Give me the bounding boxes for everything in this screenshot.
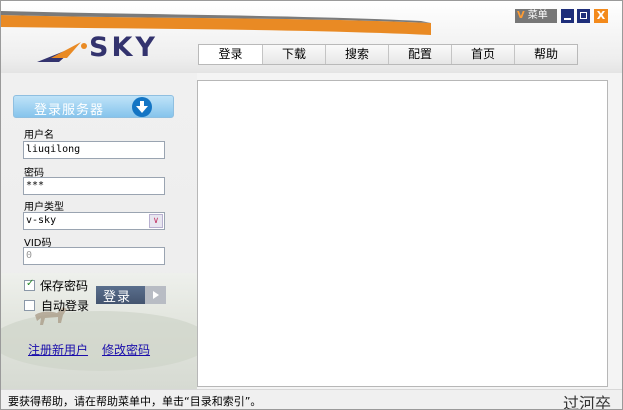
password-input[interactable]: *** bbox=[23, 177, 165, 195]
app-window: SKY V 菜单 X 登录 下载 搜索 配置 首页 帮助 登录服务器 用户名 l… bbox=[0, 0, 623, 410]
register-link[interactable]: 注册新用户 bbox=[28, 341, 88, 358]
tab-help[interactable]: 帮助 bbox=[514, 45, 577, 64]
change-password-link[interactable]: 修改密码 bbox=[102, 341, 150, 358]
user-type-value: v-sky bbox=[26, 215, 57, 226]
login-button-label: 登录 bbox=[103, 290, 132, 305]
tab-login[interactable]: 登录 bbox=[199, 45, 262, 64]
login-panel: 登录服务器 用户名 liuqilong 密码 *** 用户类型 v-sky ∨ … bbox=[1, 73, 211, 389]
arrow-right-icon bbox=[145, 286, 166, 304]
user-type-label: 用户类型 bbox=[24, 202, 64, 213]
username-label: 用户名 bbox=[24, 130, 54, 141]
auto-login-label: 自动登录 bbox=[41, 299, 90, 313]
sky-logo: SKY bbox=[37, 32, 177, 66]
main-content-area bbox=[197, 80, 608, 387]
username-input[interactable]: liuqilong bbox=[23, 141, 165, 159]
login-server-label: 登录服务器 bbox=[34, 103, 105, 118]
status-text: 要获得帮助，请在帮助菜单中，单击“目录和索引”。 bbox=[8, 395, 262, 408]
download-arrow-icon bbox=[132, 97, 152, 117]
close-button[interactable]: X bbox=[594, 9, 608, 23]
logo-mark-icon bbox=[37, 42, 87, 62]
maximize-button[interactable] bbox=[577, 9, 590, 23]
tab-config[interactable]: 配置 bbox=[388, 45, 451, 64]
tab-bar: 登录 下载 搜索 配置 首页 帮助 bbox=[198, 44, 578, 65]
status-bar: 要获得帮助，请在帮助菜单中，单击“目录和索引”。 过河卒 bbox=[1, 389, 622, 410]
menu-button[interactable]: V 菜单 bbox=[515, 9, 557, 23]
header: SKY V 菜单 X 登录 下载 搜索 配置 首页 帮助 bbox=[1, 1, 622, 73]
tab-search[interactable]: 搜索 bbox=[325, 45, 388, 64]
user-type-select[interactable]: v-sky ∨ bbox=[23, 212, 165, 230]
logo-text: SKY bbox=[89, 32, 158, 63]
chevron-down-icon[interactable]: ∨ bbox=[149, 214, 163, 228]
tab-download[interactable]: 下载 bbox=[262, 45, 325, 64]
auto-login-checkbox[interactable] bbox=[24, 300, 35, 311]
menu-v-icon: V bbox=[517, 10, 525, 21]
save-password-label: 保存密码 bbox=[40, 279, 89, 293]
tab-home[interactable]: 首页 bbox=[451, 45, 514, 64]
watermark-text: 过河卒 bbox=[563, 394, 612, 410]
menu-label: 菜单 bbox=[527, 10, 548, 21]
login-server-button[interactable]: 登录服务器 bbox=[13, 95, 174, 118]
minimize-button[interactable] bbox=[561, 9, 574, 23]
vid-input[interactable]: 0 bbox=[23, 247, 165, 265]
login-button[interactable]: 登录 bbox=[96, 286, 166, 305]
